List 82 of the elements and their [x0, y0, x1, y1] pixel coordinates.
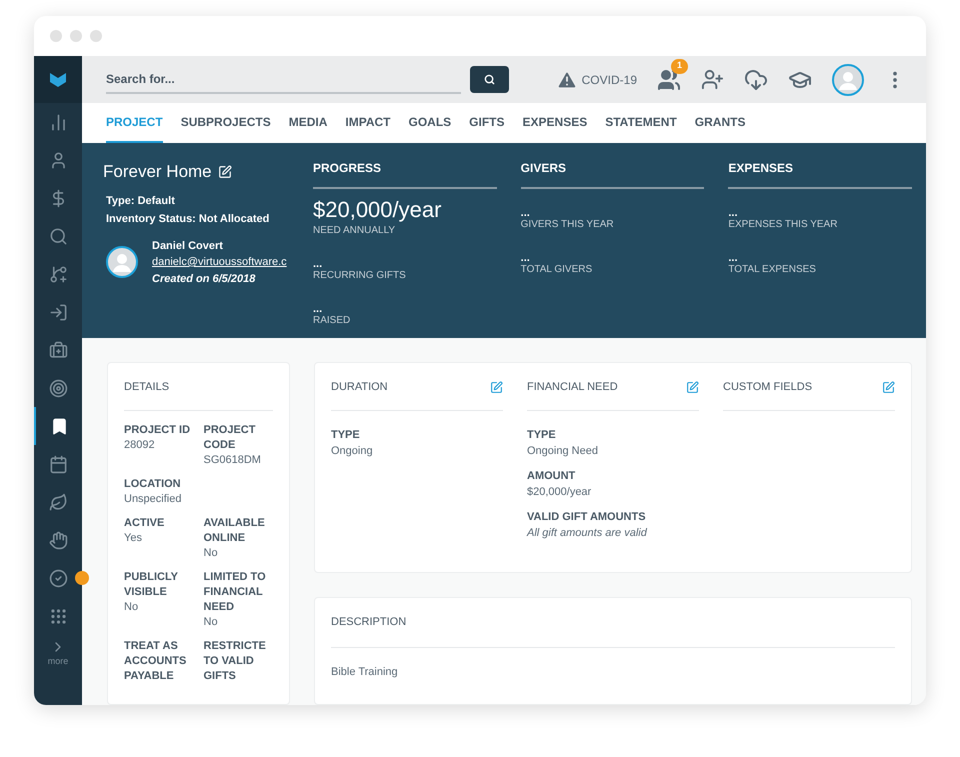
card-heading: DESCRIPTION [331, 614, 895, 648]
field-value: No [124, 600, 140, 614]
created-date: Created on 6/5/2018 [152, 272, 256, 286]
field-value: SG0618DM [204, 452, 262, 468]
field-value: Ongoing Need [527, 444, 599, 459]
owner-email-link[interactable]: danielc@virtuoussoftware.c [152, 254, 287, 270]
field-label: AMOUNT [527, 468, 576, 484]
section-heading: CUSTOM FIELDS [723, 380, 812, 395]
field-label: PROJECT CODE [204, 422, 256, 452]
search-icon [484, 74, 495, 85]
people-icon[interactable] [657, 68, 681, 92]
tab[interactable]: SUBPROJECTS [180, 103, 271, 143]
cloud-download-icon[interactable] [744, 68, 768, 92]
field-label: RESTRICTE TO VALID GIFTS [204, 638, 267, 684]
hand-icon [48, 530, 68, 550]
owner-avatar [106, 246, 138, 278]
field-value: 28092 [124, 438, 156, 452]
stat-label: RECURRING GIFTS [313, 269, 407, 283]
user-avatar [832, 64, 864, 96]
stat-label: GIVERS THIS YEAR [520, 218, 615, 232]
card-heading: DETAILS [124, 379, 273, 410]
description-text: Bible Training [331, 664, 399, 680]
owner-name: Daniel Covert [152, 238, 224, 254]
field-label: ACTIVE [124, 516, 166, 530]
stat-value: ... [520, 254, 531, 262]
tab[interactable]: GOALS [408, 103, 452, 143]
field-label: PUBLICLY VISIBLE [124, 570, 179, 600]
more-label[interactable]: more [48, 655, 68, 668]
target-icon [48, 378, 68, 398]
medical-kit-icon [48, 340, 68, 360]
stat-label: EXPENSES THIS YEAR [728, 218, 838, 232]
sign-in-icon [48, 302, 68, 322]
tab[interactable]: EXPENSES [522, 103, 588, 143]
summary-heading: PROGRESS [313, 159, 497, 189]
field-label: PROJECT ID [124, 422, 192, 438]
tab[interactable]: IMPACT [345, 103, 390, 143]
field-label: TREAT AS ACCOUNTS PAYABLE [124, 638, 188, 684]
add-user-icon[interactable] [701, 68, 724, 91]
field-label: LOCATION [124, 476, 182, 492]
tab[interactable]: STATEMENT [605, 103, 677, 143]
stat-value: ... [520, 209, 531, 217]
tab[interactable]: GRANTS [694, 103, 746, 143]
summary-heading: GIVERS [520, 159, 704, 189]
stat-value: ... [313, 305, 324, 313]
notification-badge: 1 [671, 58, 688, 74]
summary-heading: EXPENSES [728, 159, 912, 189]
field-value: No [204, 546, 219, 560]
leaf-icon [48, 492, 68, 512]
stat-value: ... [728, 254, 738, 262]
branch-icon [48, 264, 68, 284]
covid-button[interactable]: COVID-19 [556, 68, 637, 90]
search-button[interactable] [470, 66, 509, 93]
field-value: Unspecified [124, 492, 182, 506]
tab[interactable]: GIFTS [469, 103, 505, 143]
stat-value: ... [728, 209, 738, 217]
project-type: Type: Default [106, 194, 176, 208]
grid-icon [48, 606, 68, 626]
field-label: TYPE [331, 428, 361, 442]
logo-icon[interactable] [50, 72, 66, 86]
stat-label: NEED ANNUALLY [313, 224, 396, 238]
field-label: VALID GIFT AMOUNTS [527, 510, 647, 524]
field-label: LIMITED TO FINANCIAL NEED [204, 570, 267, 614]
check-circle-icon [48, 568, 68, 588]
project-title: Forever Home [103, 161, 212, 183]
tab[interactable]: MEDIA [288, 103, 328, 143]
section-heading: DURATION [331, 380, 388, 395]
field-value: $20,000/year [527, 485, 592, 500]
field-value: All gift amounts are valid [527, 526, 648, 541]
inventory-status: Inventory Status: Not Allocated [106, 212, 270, 227]
calendar-icon [48, 454, 68, 474]
search-icon [48, 226, 68, 246]
stat-value: ... [313, 260, 324, 268]
field-value: Ongoing [331, 444, 374, 459]
field-label: AVAILABLE ONLINE [204, 516, 266, 546]
field-value: Yes [124, 530, 143, 546]
field-label: TYPE [527, 428, 557, 442]
section-heading: FINANCIAL NEED [527, 380, 618, 395]
stat-label: RAISED [313, 314, 352, 328]
stat-label: TOTAL EXPENSES [728, 263, 817, 277]
field-value: No [204, 614, 219, 630]
stat-value: $20,000/year [313, 197, 442, 223]
stat-label: TOTAL GIVERS [520, 263, 594, 277]
